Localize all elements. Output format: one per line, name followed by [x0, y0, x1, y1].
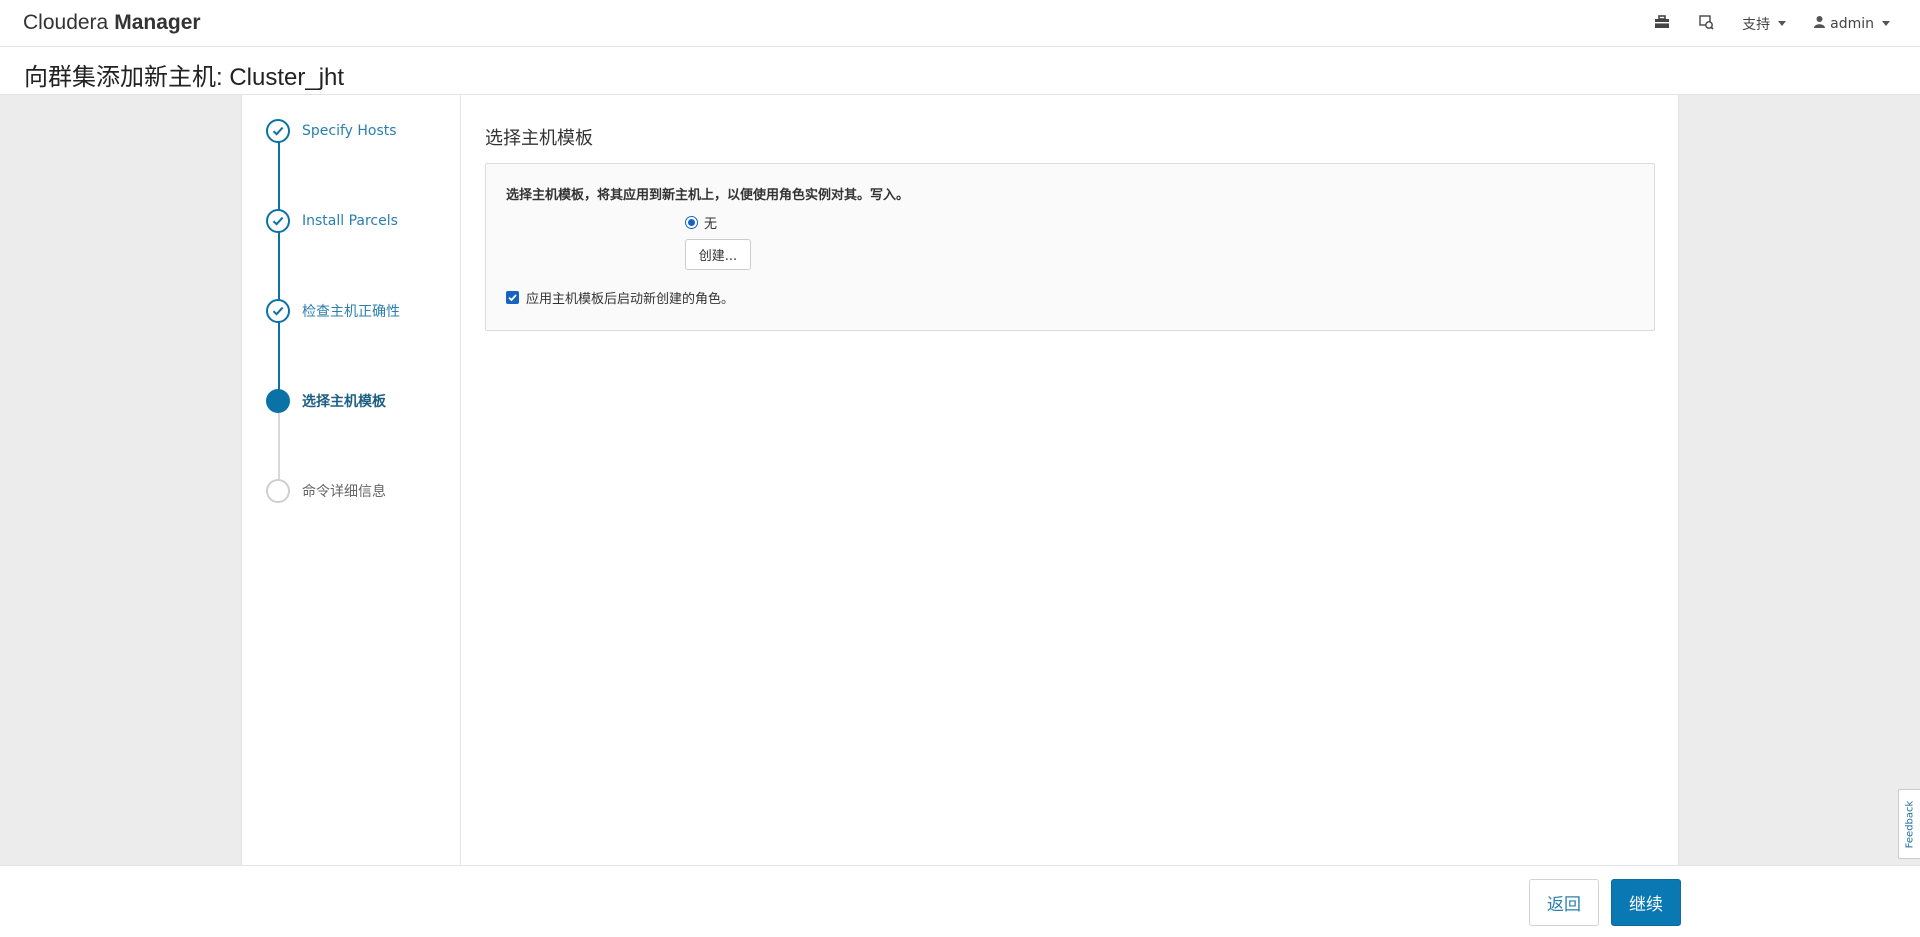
- brand-bold: Manager: [114, 11, 201, 34]
- brand-logo[interactable]: Cloudera Manager: [23, 11, 201, 35]
- start-roles-checkbox-row[interactable]: 应用主机模板后启动新创建的角色。: [506, 288, 734, 307]
- support-menu[interactable]: 支持: [1742, 14, 1787, 34]
- step-label: 命令详细信息: [302, 484, 386, 500]
- feedback-label: Feedback: [1904, 800, 1915, 848]
- user-menu[interactable]: admin: [1814, 15, 1890, 32]
- check-icon: [266, 209, 290, 233]
- step-command-details: 命令详细信息: [266, 479, 386, 503]
- create-template-button[interactable]: 创建...: [685, 239, 751, 270]
- wizard-steps: Specify Hosts Install Parcels 检查主机正确性 选择…: [241, 95, 461, 865]
- radio-selected-icon[interactable]: [685, 216, 698, 229]
- radio-label: 无: [704, 217, 718, 232]
- step-connector-done: [278, 131, 280, 405]
- check-icon: [266, 119, 290, 143]
- feedback-tab[interactable]: Feedback: [1898, 789, 1920, 859]
- parcel-button[interactable]: [1654, 14, 1670, 34]
- step-label: Specify Hosts: [302, 123, 397, 139]
- step-label: 检查主机正确性: [302, 304, 400, 320]
- pending-step-icon: [266, 479, 290, 503]
- check-icon: [266, 299, 290, 323]
- wizard-footer: 返回 继续: [0, 865, 1920, 937]
- current-step-icon: [266, 389, 290, 413]
- page-title-bar: 向群集添加新主机: Cluster_jht: [0, 47, 1920, 95]
- step-install-parcels[interactable]: Install Parcels: [266, 209, 398, 233]
- running-commands-button[interactable]: [1698, 14, 1714, 34]
- nav-right: 支持 admin: [1654, 0, 1890, 47]
- chevron-down-icon: [1778, 21, 1787, 26]
- support-label: 支持: [1742, 16, 1771, 33]
- user-icon: [1814, 15, 1826, 32]
- brand-light: Cloudera: [23, 11, 109, 34]
- host-template-description: 选择主机模板，将其应用到新主机上，以便使用角色实例对其。写入。: [506, 188, 910, 203]
- running-commands-icon: [1698, 14, 1714, 34]
- back-button[interactable]: 返回: [1529, 879, 1599, 926]
- top-navbar: Cloudera Manager 支持 admin: [0, 0, 1920, 47]
- step-label: Install Parcels: [302, 213, 398, 229]
- content-panel: 选择主机模板 选择主机模板，将其应用到新主机上，以便使用角色实例对其。写入。 无…: [461, 95, 1679, 865]
- section-title: 选择主机模板: [485, 128, 593, 149]
- step-inspect-hosts[interactable]: 检查主机正确性: [266, 299, 400, 323]
- step-label: 选择主机模板: [302, 394, 386, 410]
- checkbox-label: 应用主机模板后启动新创建的角色。: [526, 292, 735, 307]
- step-specify-hosts[interactable]: Specify Hosts: [266, 119, 397, 143]
- step-select-host-template[interactable]: 选择主机模板: [266, 389, 386, 413]
- parcel-icon: [1654, 14, 1670, 34]
- chevron-down-icon: [1882, 21, 1890, 26]
- main-area: Specify Hosts Install Parcels 检查主机正确性 选择…: [0, 95, 1920, 865]
- page-title: 向群集添加新主机: Cluster_jht: [24, 64, 345, 91]
- host-template-box: 选择主机模板，将其应用到新主机上，以便使用角色实例对其。写入。 无 创建... …: [485, 163, 1655, 331]
- checkbox-checked-icon[interactable]: [506, 291, 519, 304]
- template-none-option[interactable]: 无: [685, 213, 717, 232]
- user-label: admin: [1830, 15, 1874, 32]
- step-connector-pending: [278, 405, 280, 483]
- continue-button[interactable]: 继续: [1611, 879, 1681, 926]
